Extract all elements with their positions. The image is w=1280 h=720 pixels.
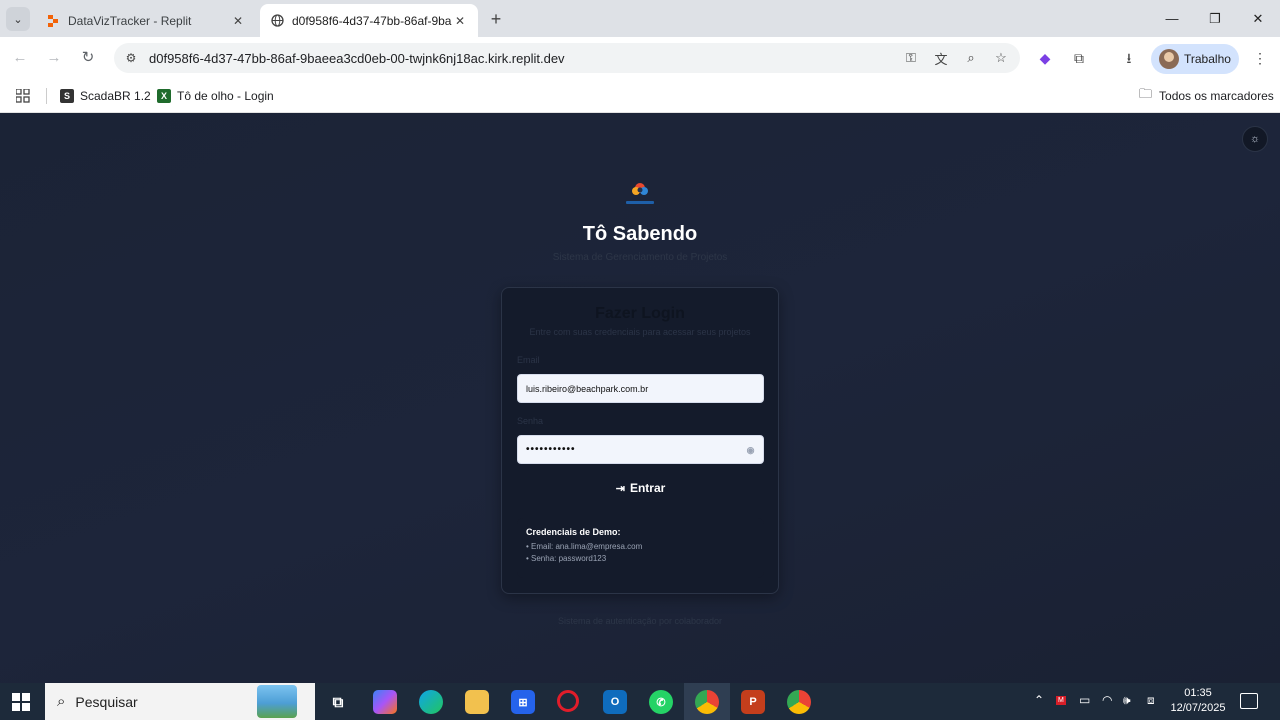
close-window-icon[interactable]: ✕ [1246,8,1270,30]
edge-icon[interactable] [419,690,443,714]
login-card: Fazer Login Entre com suas credenciais p… [501,287,779,594]
clock-time: 01:35 [1184,687,1212,699]
windows-start-icon[interactable] [12,693,30,711]
password-value[interactable]: ••••••••••• [526,444,576,455]
login-button-label: Entrar [629,481,666,495]
site-info-icon[interactable]: ⚙ [122,49,140,67]
profile-name: Trabalho [1184,52,1231,66]
theme-toggle-sun-icon[interactable]: ☼ [1242,126,1268,152]
login-arrow-icon: ⇥ [615,482,625,495]
bookmark-scadabr[interactable]: S ScadaBR 1.2 [60,87,151,105]
login-description: Entre com suas credenciais para acessar … [529,327,751,337]
chevron-down-icon: ⌄ [13,13,23,26]
replit-favicon-icon [46,14,60,28]
task-view-icon[interactable]: ⧉ [326,690,350,714]
password-field[interactable]: ••••••••••• ◉ [517,435,764,464]
demo-credentials-box: Credenciais de Demo: • Email: ana.lima@e… [517,518,764,578]
volume-icon[interactable]: 🕪 [1123,693,1131,708]
minimize-icon[interactable]: — [1160,8,1184,30]
bookmark-label: Tô de olho - Login [177,89,274,103]
bookmark-label: ScadaBR 1.2 [80,89,151,103]
clock-date: 12/07/2025 [1170,702,1226,714]
browser-toolbar: ← → ↻ ⚙ d0f958f6-4d37-47bb-86af-9baeea3c… [0,37,1280,79]
search-placeholder: Pesquisar [75,693,138,710]
app-title: Tô Sabendo [582,223,698,245]
device-icon[interactable]: ⧈ [1147,693,1155,708]
address-bar[interactable]: ⚙ d0f958f6-4d37-47bb-86af-9baeea3cd0eb-0… [114,43,1020,73]
profile-button[interactable]: Trabalho [1151,44,1239,74]
zoom-icon[interactable]: ⌕ [960,47,982,69]
new-tab-button[interactable]: + [486,9,506,29]
browser-tabstrip: ⌄ DataVizTracker - Replit ✕ d0f958f6-4d3… [0,0,1280,37]
menu-kebab-icon[interactable]: ⋮ [1250,48,1270,68]
search-highlight-image [257,685,297,718]
tab-search-button[interactable]: ⌄ [6,7,30,31]
back-icon[interactable]: ← [9,47,31,69]
taskbar-clock[interactable]: 01:35 12/07/2025 [1168,686,1228,716]
eye-icon[interactable]: ◉ [745,444,757,456]
file-explorer-icon[interactable] [465,690,489,714]
battery-icon[interactable]: ▭ [1079,693,1090,707]
translate-icon[interactable]: 文 [930,47,952,69]
url-text[interactable]: d0f958f6-4d37-47bb-86af-9baeea3cd0eb-00-… [149,51,900,66]
tab-dataviztracker[interactable]: DataVizTracker - Replit ✕ [36,4,256,37]
password-key-icon[interactable]: ⚿ [900,47,922,69]
wifi-icon[interactable]: ◠ [1102,693,1112,707]
bookmarks-divider [46,88,47,104]
extensions-puzzle-icon[interactable]: ⧉ [1069,48,1089,68]
apps-grid-icon[interactable] [16,87,30,105]
folder-icon: 🗀 [1139,86,1153,101]
copilot-icon[interactable] [373,690,397,714]
demo-title: Credenciais de Demo: [526,527,621,537]
demo-password: • Senha: password123 [526,554,607,563]
close-tab-icon[interactable]: ✕ [230,14,246,28]
chrome-icon[interactable] [695,690,719,714]
extension-gem-icon[interactable]: ◆ [1035,48,1055,68]
mcafee-icon[interactable]: M [1056,696,1066,705]
scadabr-favicon-icon: S [60,89,74,103]
tray-chevron-up-icon[interactable]: ⌃ [1034,693,1044,707]
login-button[interactable]: ⇥ Entrar [517,475,764,501]
tab-active-app[interactable]: d0f958f6-4d37-47bb-86af-9baeea3cd0eb-00-… [260,4,478,37]
outlook-icon[interactable]: O [603,690,627,714]
bookmarks-bar: S ScadaBR 1.2 X Tô de olho - Login 🗀 Tod… [0,79,1280,113]
login-title: Fazer Login [595,305,685,322]
email-label: Email [517,355,540,365]
avatar [1159,49,1179,69]
footer-note: Sistema de autenticação por colaborador [557,616,723,626]
all-bookmarks-label: Todos os marcadores [1159,89,1274,103]
reload-icon[interactable]: ↻ [77,47,99,69]
email-field[interactable]: luis.ribeiro@beachpark.com.br [517,374,764,403]
taskbar-search[interactable]: ⌕ Pesquisar [45,683,315,720]
powerpoint-icon[interactable]: P [741,690,765,714]
bookmark-star-icon[interactable]: ☆ [990,47,1012,69]
forward-icon[interactable]: → [43,47,65,69]
search-icon: ⌕ [57,693,66,710]
windows-taskbar: ⌕ Pesquisar ⧉ ⊞ O ✆ P ⌃ M ▭ ◠ 🕪 ⧈ 01:35 … [0,683,1280,720]
opera-icon[interactable] [557,690,579,712]
to-de-olho-favicon-icon: X [157,89,171,103]
bookmark-to-de-olho[interactable]: X Tô de olho - Login [157,87,274,105]
app-subtitle: Sistema de Gerenciamento de Projetos [552,252,728,263]
app-logo [620,177,660,207]
store-icon[interactable]: ⊞ [511,690,535,714]
notification-icon[interactable] [1240,693,1258,709]
whatsapp-icon[interactable]: ✆ [649,690,673,714]
globe-icon [270,14,284,28]
download-icon[interactable]: ⭳ [1119,48,1139,68]
chrome-profile-icon[interactable] [787,690,811,714]
login-page: ☼ Tô Sabendo Sistema de Gerenciamento de… [0,113,1280,683]
close-tab-icon[interactable]: ✕ [452,14,468,28]
all-bookmarks-folder[interactable]: 🗀 Todos os marcadores [1139,86,1274,105]
tab-title: d0f958f6-4d37-47bb-86af-9baeea3cd0eb-00-… [292,13,452,28]
password-label: Senha [517,416,544,426]
demo-email: • Email: ana.lima@empresa.com [526,542,643,551]
tab-title: DataVizTracker - Replit [68,13,192,28]
restore-icon[interactable]: ❐ [1203,8,1227,30]
